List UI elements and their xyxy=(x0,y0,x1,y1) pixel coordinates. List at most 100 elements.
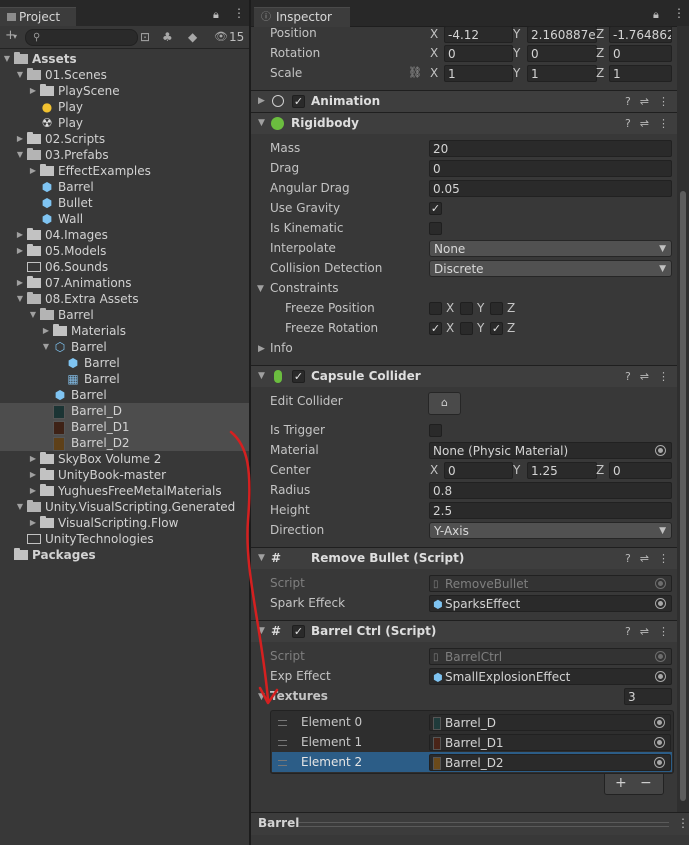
more-menu-icon[interactable]: ⋮ xyxy=(673,6,685,20)
tree-item[interactable]: ☢ Play xyxy=(0,115,249,131)
tree-item[interactable]: ▶ 07.Animations xyxy=(0,275,249,291)
rotation-x-field[interactable]: 0 xyxy=(444,45,513,62)
help-icon[interactable]: ? xyxy=(625,552,631,565)
constrain-proportions-icon[interactable]: ⛓︎ xyxy=(408,66,422,79)
expand-arrow-icon[interactable]: ▶ xyxy=(258,344,265,354)
tree-item[interactable]: ▶ UnityBook-master xyxy=(0,467,249,483)
expand-arrow-icon[interactable]: ▶ xyxy=(28,83,38,99)
collapse-arrow-icon[interactable]: ▼ xyxy=(15,499,25,515)
create-dropdown-icon[interactable]: ▾ xyxy=(13,32,17,41)
tree-item[interactable]: UnityTechnologies xyxy=(0,531,249,547)
tree-item[interactable]: ▦ Barrel xyxy=(0,371,249,387)
component-menu-icon[interactable]: ⋮ xyxy=(658,625,669,638)
animation-component-header[interactable]: ▶ ✓ Animation ? ⇌ ⋮ xyxy=(251,90,677,112)
expand-arrow-icon[interactable]: ▶ xyxy=(28,451,38,467)
filter-by-type-icon[interactable]: ♣ xyxy=(162,30,173,44)
angular-drag-field[interactable]: 0.05 xyxy=(429,180,672,197)
tree-item[interactable]: ▶ PlayScene xyxy=(0,83,249,99)
expand-arrow-icon[interactable]: ▶ xyxy=(15,243,25,259)
hidden-packages-icon[interactable]: 👁︎ xyxy=(214,30,228,43)
preview-drag-handle[interactable] xyxy=(299,822,669,827)
presets-icon[interactable]: ⇌ xyxy=(640,552,649,565)
position-x-field[interactable]: -4.12 xyxy=(444,26,513,43)
freeze-rotation-y-checkbox[interactable] xyxy=(460,322,473,335)
scrollbar-thumb[interactable] xyxy=(680,191,686,801)
tab-inspector[interactable]: ⓘ Inspector xyxy=(254,7,350,27)
expand-arrow-icon[interactable]: ▶ xyxy=(41,323,51,339)
tree-item[interactable]: ⬢ Wall xyxy=(0,211,249,227)
interpolate-dropdown[interactable]: None ▼ xyxy=(429,240,672,257)
expand-arrow-icon[interactable]: ▶ xyxy=(28,467,38,483)
barrel-ctrl-component-header[interactable]: ▼ # ✓ Barrel Ctrl (Script) ? ⇌ ⋮ xyxy=(251,620,677,642)
component-menu-icon[interactable]: ⋮ xyxy=(658,95,669,108)
drag-field[interactable]: 0 xyxy=(429,160,672,177)
tree-item[interactable]: ▶ 04.Images xyxy=(0,227,249,243)
search-by-scene-icon[interactable]: ⊡ xyxy=(140,30,150,44)
rigidbody-component-header[interactable]: ▼ Rigidbody ? ⇌ ⋮ xyxy=(251,112,677,134)
remove-element-button[interactable]: − xyxy=(640,774,652,793)
list-item[interactable]: Element 1 Barrel_D1 xyxy=(272,732,672,752)
collapse-arrow-icon[interactable]: ▼ xyxy=(15,291,25,307)
tree-item[interactable]: Barrel_D2 xyxy=(0,435,249,451)
help-icon[interactable]: ? xyxy=(625,625,631,638)
collapse-arrow-icon[interactable]: ▼ xyxy=(41,339,51,355)
scale-x-field[interactable]: 1 xyxy=(444,65,513,82)
component-menu-icon[interactable]: ⋮ xyxy=(658,370,669,383)
collision-detection-dropdown[interactable]: Discrete ▼ xyxy=(429,260,672,277)
help-icon[interactable]: ? xyxy=(625,95,631,108)
help-icon[interactable]: ? xyxy=(625,370,631,383)
remove-bullet-component-header[interactable]: ▼ # Remove Bullet (Script) ? ⇌ ⋮ xyxy=(251,547,677,569)
tree-item[interactable]: ▶ YughuesFreeMetalMaterials xyxy=(0,483,249,499)
center-x-field[interactable]: 0 xyxy=(444,462,513,479)
textures-size-field[interactable]: 3 xyxy=(624,688,672,705)
lock-icon[interactable]: 🔒︎ xyxy=(653,8,659,22)
expand-arrow-icon[interactable]: ▶ xyxy=(15,227,25,243)
collapse-arrow-icon[interactable]: ▼ xyxy=(257,284,264,294)
rotation-y-field[interactable]: 0 xyxy=(527,45,597,62)
collapse-arrow-icon[interactable]: ▼ xyxy=(258,692,265,702)
list-item[interactable]: Element 2 Barrel_D2 xyxy=(272,752,672,772)
position-z-field[interactable]: -1.764862 xyxy=(609,26,672,43)
tree-item[interactable]: ▼ Assets xyxy=(0,51,249,67)
scale-z-field[interactable]: 1 xyxy=(609,65,672,82)
preview-bar[interactable]: Barrel ⋮ xyxy=(251,812,689,835)
tree-item[interactable]: ⬢ Barrel xyxy=(0,179,249,195)
inspector-scrollbar[interactable] xyxy=(677,26,689,812)
object-picker-icon[interactable] xyxy=(655,598,666,609)
edit-collider-button[interactable]: ⌂ xyxy=(428,392,461,415)
tree-item[interactable]: Barrel_D1 xyxy=(0,419,249,435)
animation-enabled-checkbox[interactable]: ✓ xyxy=(292,95,305,108)
object-picker-icon[interactable] xyxy=(654,717,665,728)
tree-item[interactable]: ▼ 08.Extra Assets xyxy=(0,291,249,307)
list-item[interactable]: Element 0 Barrel_D xyxy=(272,712,672,732)
use-gravity-checkbox[interactable]: ✓ xyxy=(429,202,442,215)
collapse-arrow-icon[interactable]: ▼ xyxy=(258,548,265,569)
element-field[interactable]: Barrel_D xyxy=(429,714,671,731)
object-picker-icon[interactable] xyxy=(655,671,666,682)
tree-item[interactable]: ▶ 02.Scripts xyxy=(0,131,249,147)
tree-item[interactable]: ▶ Materials xyxy=(0,323,249,339)
object-picker-icon[interactable] xyxy=(654,757,665,768)
tree-item[interactable]: ▶ SkyBox Volume 2 xyxy=(0,451,249,467)
collapse-arrow-icon[interactable]: ▼ xyxy=(28,307,38,323)
collapse-arrow-icon[interactable]: ▼ xyxy=(15,147,25,163)
capsule-collider-component-header[interactable]: ▼ ✓ Capsule Collider ? ⇌ ⋮ xyxy=(251,365,677,387)
mass-field[interactable]: 20 xyxy=(429,140,672,157)
is-kinematic-checkbox[interactable] xyxy=(429,222,442,235)
is-trigger-checkbox[interactable] xyxy=(429,424,442,437)
tree-item[interactable]: ⬢ Bullet xyxy=(0,195,249,211)
tree-item[interactable]: Barrel_D xyxy=(0,403,249,419)
expand-arrow-icon[interactable]: ▶ xyxy=(28,163,38,179)
tab-project[interactable]: Project xyxy=(0,7,76,27)
tree-item[interactable]: ⬢ Barrel xyxy=(0,355,249,371)
expand-arrow-icon[interactable]: ▶ xyxy=(15,131,25,147)
help-icon[interactable]: ? xyxy=(625,117,631,130)
component-menu-icon[interactable]: ⋮ xyxy=(658,552,669,565)
tree-item[interactable]: ▶ EffectExamples xyxy=(0,163,249,179)
expand-arrow-icon[interactable]: ▶ xyxy=(258,91,265,112)
tree-item[interactable]: 06.Sounds xyxy=(0,259,249,275)
drag-handle-icon[interactable] xyxy=(278,760,287,766)
filter-by-label-icon[interactable]: ◆ xyxy=(188,30,197,44)
expand-arrow-icon[interactable]: ▶ xyxy=(28,515,38,531)
tree-item[interactable]: ▼ 03.Prefabs xyxy=(0,147,249,163)
